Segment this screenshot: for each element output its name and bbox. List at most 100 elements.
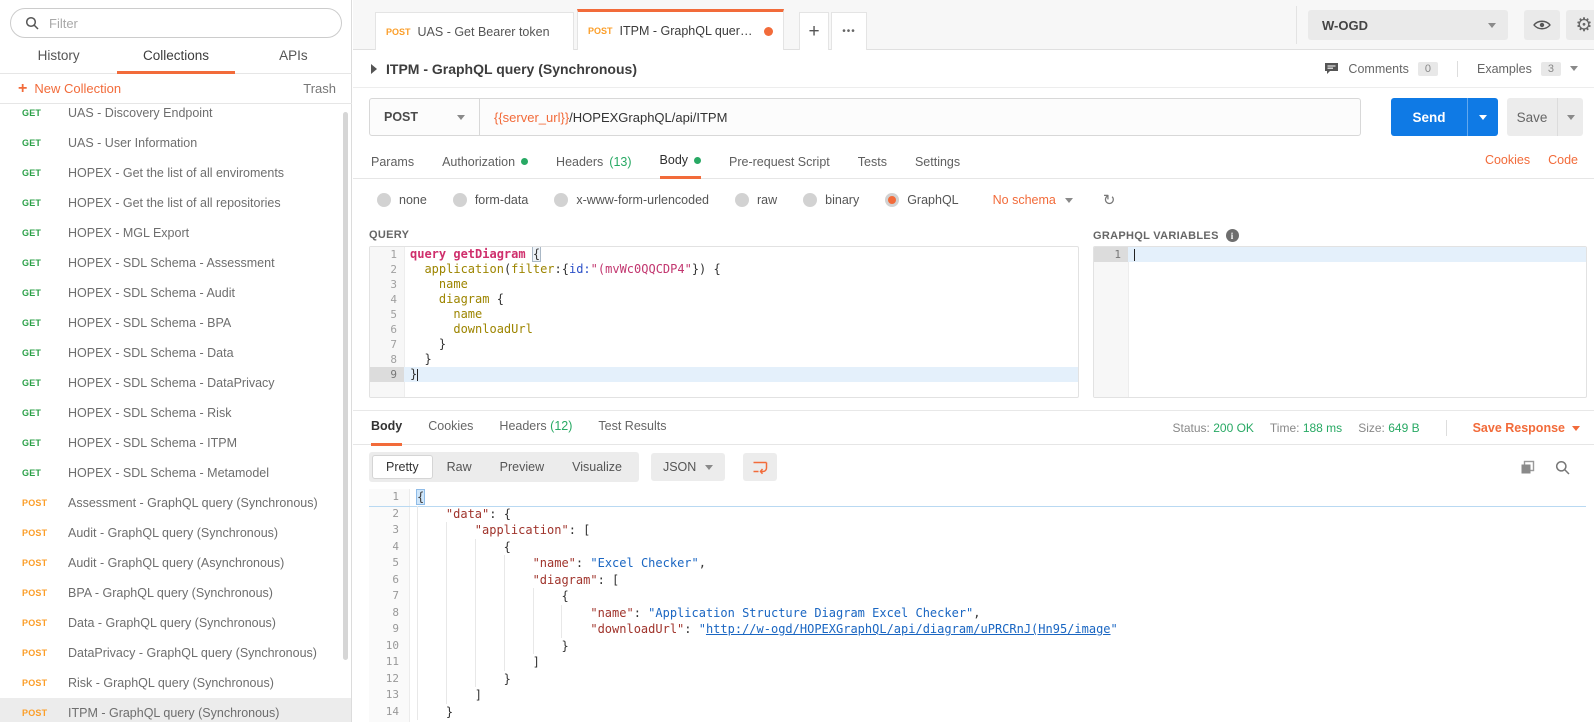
cookies-link[interactable]: Cookies xyxy=(1485,153,1530,167)
eye-button[interactable] xyxy=(1524,10,1560,40)
body-mode-raw[interactable]: raw xyxy=(735,193,777,207)
response-tab-body[interactable]: Body xyxy=(371,411,403,446)
refresh-icon[interactable]: ↻ xyxy=(1103,191,1116,209)
save-options-button[interactable] xyxy=(1557,98,1583,136)
request-tab[interactable]: POST ITPM - GraphQL query (Synchr... xyxy=(577,9,784,50)
tab-collections[interactable]: Collections xyxy=(117,40,235,74)
tab-apis[interactable]: APIs xyxy=(235,40,352,74)
request-tab[interactable]: POST UAS - Get Bearer token xyxy=(375,12,574,50)
response-meta: Status: 200 OK Time: 188 ms Size: 649 B … xyxy=(1173,411,1594,445)
code-line: 12} xyxy=(369,670,1586,687)
list-item[interactable]: GET HOPEX - SDL Schema - DataPrivacy xyxy=(0,368,351,398)
list-item[interactable]: GET HOPEX - Get the list of all enviromen… xyxy=(0,158,351,188)
list-item[interactable]: POST ITPM - GraphQL query (Synchronous) xyxy=(0,698,351,722)
text-cursor xyxy=(417,368,419,381)
wrap-text-button[interactable] xyxy=(743,453,778,481)
workspace-selector[interactable]: W-OGD xyxy=(1308,10,1508,40)
radio-icon xyxy=(377,193,391,207)
save-response-button[interactable]: Save Response xyxy=(1473,421,1580,435)
request-subtab-pre-request-script[interactable]: Pre-request Script xyxy=(729,146,830,179)
schema-selector[interactable]: No schema xyxy=(993,193,1073,207)
list-item[interactable]: GET HOPEX - SDL Schema - BPA xyxy=(0,308,351,338)
body-mode-binary[interactable]: binary xyxy=(803,193,859,207)
request-subtab-params[interactable]: Params xyxy=(371,146,414,179)
radio-icon xyxy=(885,193,900,207)
code-line: 2 "data": { xyxy=(369,505,1586,522)
method-badge: POST xyxy=(386,26,411,37)
radio-icon xyxy=(554,193,569,207)
list-item[interactable]: GET UAS - User Information xyxy=(0,128,351,158)
list-item[interactable]: POST DataPrivacy - GraphQL query (Synchro… xyxy=(0,638,351,668)
list-item[interactable]: POST Assessment - GraphQL query (Synchron… xyxy=(0,488,351,518)
request-subtab-settings[interactable]: Settings xyxy=(915,146,960,179)
new-collection-button[interactable]: + New Collection xyxy=(18,80,122,96)
indent-guide xyxy=(445,522,475,539)
request-name: HOPEX - SDL Schema - BPA xyxy=(68,316,232,330)
variables-editor[interactable]: 1 xyxy=(1093,246,1587,398)
body-mode-none[interactable]: none xyxy=(377,193,427,207)
indent-guide xyxy=(417,670,446,687)
view-mode-visualize[interactable]: Visualize xyxy=(558,455,636,479)
method-select[interactable]: POST xyxy=(370,99,480,135)
send-button[interactable]: Send xyxy=(1391,98,1467,136)
search-input[interactable]: Filter xyxy=(10,8,342,38)
body-mode-graphql[interactable]: GraphQL xyxy=(885,193,959,207)
list-item[interactable]: GET HOPEX - MGL Export xyxy=(0,218,351,248)
list-item[interactable]: POST Audit - GraphQL query (Asynchronous) xyxy=(0,548,351,578)
list-item[interactable]: GET HOPEX - SDL Schema - Assessment xyxy=(0,248,351,278)
request-subtab-body[interactable]: Body xyxy=(659,146,702,179)
sidebar-tabs: History Collections APIs xyxy=(0,40,352,74)
body-mode-x-www-form-urlencoded[interactable]: x-www-form-urlencoded xyxy=(554,193,709,207)
copy-icon[interactable] xyxy=(1520,460,1535,475)
url-input[interactable]: {{server_url}}/HOPEXGraphQL/api/ITPM xyxy=(480,110,1360,125)
indent-guide xyxy=(474,571,504,588)
disclosure-triangle-icon[interactable] xyxy=(371,63,377,74)
request-subtab-tests[interactable]: Tests xyxy=(858,146,887,179)
send-options-button[interactable] xyxy=(1467,98,1498,136)
list-item[interactable]: GET HOPEX - SDL Schema - Audit xyxy=(0,278,351,308)
response-tab-test-results[interactable]: Test Results xyxy=(598,411,666,446)
response-link[interactable]: http://w-ogd/HOPEXGraphQL/api/diagram/uP… xyxy=(706,622,1111,636)
body-mode-form-data[interactable]: form-data xyxy=(452,193,528,207)
code-link[interactable]: Code xyxy=(1548,153,1578,167)
settings-button[interactable]: ⚙ xyxy=(1566,10,1594,40)
list-item[interactable]: POST Data - GraphQL query (Synchronous) xyxy=(0,608,351,638)
trash-button[interactable]: Trash xyxy=(303,81,336,96)
method-badge: GET xyxy=(22,108,42,118)
response-tab-headers[interactable]: Headers (12) xyxy=(499,411,572,446)
indent-guide xyxy=(445,555,475,572)
format-select[interactable]: JSON xyxy=(650,453,726,481)
tab-options-button[interactable]: ••• xyxy=(831,12,867,50)
comments-button[interactable]: Comments xyxy=(1348,62,1408,76)
list-item[interactable]: GET HOPEX - SDL Schema - ITPM xyxy=(0,428,351,458)
request-name-row: ITPM - GraphQL query (Synchronous) Comme… xyxy=(353,50,1594,88)
list-item[interactable]: POST Audit - GraphQL query (Synchronous) xyxy=(0,518,351,548)
new-collection-label: New Collection xyxy=(34,81,122,96)
query-editor[interactable]: 1 query getDiagram {2 application(filter:… xyxy=(369,246,1079,398)
list-item[interactable]: GET HOPEX - SDL Schema - Metamodel xyxy=(0,458,351,488)
tab-history[interactable]: History xyxy=(0,40,117,74)
new-tab-button[interactable]: + xyxy=(799,12,829,50)
view-mode-pretty[interactable]: Pretty xyxy=(372,455,433,479)
search-response-icon[interactable] xyxy=(1555,460,1570,475)
view-mode-preview[interactable]: Preview xyxy=(486,455,558,479)
request-subtab-headers[interactable]: Headers (13) xyxy=(556,146,631,179)
examples-button[interactable]: Examples xyxy=(1477,62,1532,76)
save-button[interactable]: Save xyxy=(1507,98,1557,136)
list-item[interactable]: GET UAS - Discovery Endpoint xyxy=(0,105,351,128)
list-item[interactable]: POST Risk - GraphQL query (Synchronous) xyxy=(0,668,351,698)
line-number: 8 xyxy=(392,605,399,619)
sidebar-scrollbar[interactable] xyxy=(343,112,348,660)
request-subtab-authorization[interactable]: Authorization xyxy=(442,146,529,179)
method-badge: GET xyxy=(22,198,42,208)
code-line: 1{ xyxy=(369,489,1586,506)
list-item[interactable]: GET HOPEX - Get the list of all repositor… xyxy=(0,188,351,218)
indent-guide xyxy=(561,621,590,638)
list-item[interactable]: POST BPA - GraphQL query (Synchronous) xyxy=(0,578,351,608)
list-item[interactable]: GET HOPEX - SDL Schema - Data xyxy=(0,338,351,368)
view-mode-raw[interactable]: Raw xyxy=(433,455,486,479)
line-number: 4 xyxy=(392,539,399,553)
body-mode-row: none form-data x-www-form-urlencoded raw bin… xyxy=(353,179,1594,221)
response-tab-cookies[interactable]: Cookies xyxy=(428,411,473,446)
list-item[interactable]: GET HOPEX - SDL Schema - Risk xyxy=(0,398,351,428)
